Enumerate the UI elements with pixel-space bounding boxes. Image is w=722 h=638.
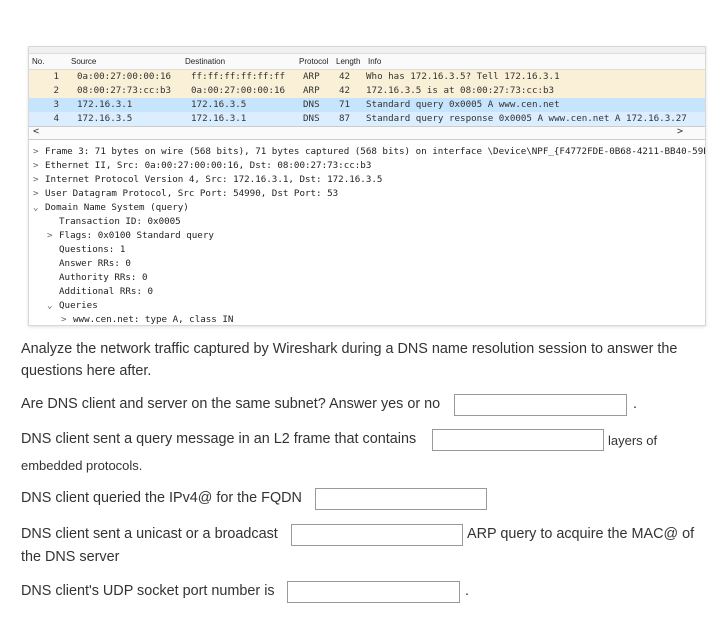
chevron-right-icon[interactable]: > [61,313,73,325]
detail-line[interactable]: Additional RRs: 0 [29,285,705,299]
packet-destination: 172.16.3.5 [191,99,247,110]
horizontal-scrollbar[interactable]: < > [29,126,705,140]
col-info-header[interactable]: Info [368,57,381,66]
question-4-cont: the DNS server [21,549,120,565]
packet-source: 172.16.3.1 [77,99,133,110]
question-3-text: DNS client queried the IPv4@ for the FQD… [21,490,302,506]
question-2-after: layers of [608,433,658,448]
packet-protocol: ARP [303,85,320,96]
detail-line[interactable]: Questions: 1 [29,243,705,257]
detail-line[interactable]: > Flags: 0x0100 Standard query [29,229,705,243]
question-2-text: DNS client sent a query message in an L2… [21,431,417,447]
answer-4-input[interactable] [291,524,463,546]
detail-line[interactable]: Answer RRs: 0 [29,257,705,271]
detail-text: Frame 3: 71 bytes on wire (568 bits), 71… [45,146,706,157]
detail-text: Additional RRs: 0 [59,286,154,297]
packet-destination: 172.16.3.1 [191,113,247,124]
packet-length: 87 [339,113,351,124]
packet-row[interactable]: 1 0a:00:27:00:00:16 ff:ff:ff:ff:ff:ff ARP 42… [29,70,705,84]
chevron-down-icon[interactable]: ⌄ [47,299,59,313]
detail-text: www.cen.net: type A, class IN [73,314,234,325]
detail-line[interactable]: ⌄ Queries [29,299,705,313]
col-no-header[interactable]: No. [32,57,44,66]
packet-number: 4 [53,113,59,124]
detail-line[interactable]: > Frame 3: 71 bytes on wire (568 bits), 7… [29,145,705,159]
packet-source: 0a:00:27:00:00:16 [77,71,172,82]
detail-text: User Datagram Protocol, Src Port: 54990,… [45,188,339,199]
detail-line[interactable]: Transaction ID: 0x0005 [29,215,705,229]
detail-text: Flags: 0x0100 Standard query [59,230,214,241]
detail-text: Ethernet II, Src: 0a:00:27:00:00:16, Dst… [45,160,372,171]
detail-text: Questions: 1 [59,244,126,255]
question-1-text: Are DNS client and server on the same su… [21,396,441,412]
chevron-down-icon[interactable]: ⌄ [33,201,45,215]
packet-length: 42 [339,85,351,96]
packet-info: Who has 172.16.3.5? Tell 172.16.3.1 [366,71,560,82]
col-source-header[interactable]: Source [71,57,96,66]
detail-line[interactable]: > Internet Protocol Version 4, Src: 172.1… [29,173,705,187]
detail-line[interactable]: > www.cen.net: type A, class IN [29,313,705,325]
question-1-end: . [633,396,637,412]
intro-text: Analyze the network traffic captured by … [21,341,678,379]
detail-line[interactable]: Authority RRs: 0 [29,271,705,285]
col-destination-header[interactable]: Destination [185,57,225,66]
col-protocol-header[interactable]: Protocol [299,57,328,66]
col-length-header[interactable]: Length [336,57,360,66]
detail-line[interactable]: > Ethernet II, Src: 0a:00:27:00:00:16, Ds… [29,159,705,173]
toolbar-strip [29,47,705,54]
packet-number: 3 [53,99,59,110]
question-5-text: DNS client's UDP socket port number is [21,583,275,599]
detail-text: Answer RRs: 0 [59,258,131,269]
detail-text: Authority RRs: 0 [59,272,148,283]
answer-5-input[interactable] [287,581,460,603]
detail-text: Domain Name System (query) [45,202,189,213]
packet-info: 172.16.3.5 is at 08:00:27:73:cc:b3 [366,85,555,96]
packet-row[interactable]: 2 08:00:27:73:cc:b3 0a:00:27:00:00:16 ARP 42… [29,84,705,98]
packet-protocol: DNS [303,99,320,110]
scroll-right-icon[interactable]: > [677,126,683,137]
packet-row[interactable]: 4 172.16.3.5 172.16.3.1 DNS 87 Standard query… [29,112,705,126]
answer-2-input[interactable] [432,429,604,451]
answer-1-input[interactable] [454,394,627,416]
question-4-text: DNS client sent a unicast or a broadcast [21,526,278,542]
chevron-right-icon[interactable]: > [33,145,45,159]
packet-destination: ff:ff:ff:ff:ff:ff [191,71,286,82]
question-2-cont: embedded protocols. [21,458,143,473]
chevron-right-icon[interactable]: > [47,229,59,243]
packet-details: > Frame 3: 71 bytes on wire (568 bits), 7… [29,140,705,325]
packet-destination: 0a:00:27:00:00:16 [191,85,286,96]
packet-list: No. Source Destination Protocol Length I… [29,54,705,140]
chevron-right-icon[interactable]: > [33,173,45,187]
wireshark-screenshot: No. Source Destination Protocol Length I… [28,46,706,326]
question-5-end: . [465,583,469,599]
chevron-right-icon[interactable]: > [33,187,45,201]
scroll-left-icon[interactable]: < [33,126,39,137]
detail-text: Queries [59,300,98,311]
detail-text: Transaction ID: 0x0005 [59,216,181,227]
packet-length: 71 [339,99,351,110]
packet-list-header: No. Source Destination Protocol Length I… [29,54,705,70]
detail-line[interactable]: ⌄ Domain Name System (query) [29,201,705,215]
question-4-after: ARP query to acquire the MAC@ of [467,526,695,542]
packet-number: 2 [53,85,59,96]
packet-number: 1 [53,71,59,82]
answer-3-input[interactable] [315,488,487,510]
chevron-right-icon[interactable]: > [33,159,45,173]
packet-row[interactable]: 3 172.16.3.1 172.16.3.5 DNS 71 Standard query… [29,98,705,112]
packet-protocol: ARP [303,71,320,82]
packet-length: 42 [339,71,351,82]
packet-protocol: DNS [303,113,320,124]
packet-source: 172.16.3.5 [77,113,133,124]
packet-source: 08:00:27:73:cc:b3 [77,85,172,96]
packet-info: Standard query 0x0005 A www.cen.net [366,99,560,110]
packet-info: Standard query response 0x0005 A www.cen… [366,113,687,124]
detail-line[interactable]: > User Datagram Protocol, Src Port: 54990… [29,187,705,201]
detail-text: Internet Protocol Version 4, Src: 172.16… [45,174,383,185]
